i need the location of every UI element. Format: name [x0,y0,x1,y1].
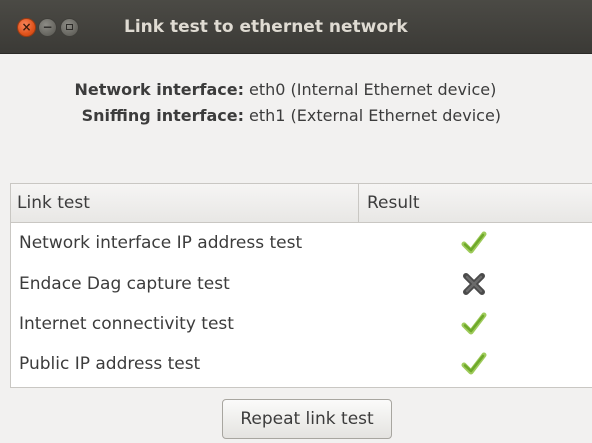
window-title: Link test to ethernet network [124,17,408,37]
check-icon [461,312,487,335]
maximize-icon[interactable] [60,17,79,37]
sniffing-interface-value: eth1 (External Ethernet device) [249,106,502,125]
network-interface-row: Network interface: eth0 (Internal Ethern… [0,80,592,102]
table-row[interactable]: Endace Dag capture test [11,264,592,304]
column-header-result[interactable]: Result [359,184,592,222]
repeat-link-test-button[interactable]: Repeat link test [222,399,392,439]
test-name: Endace Dag capture test [19,274,230,294]
test-name: Internet connectivity test [19,314,234,334]
cross-icon [463,273,485,295]
minimize-icon[interactable]: − [38,17,57,37]
table-row[interactable]: Internet connectivity test [11,304,592,344]
test-name: Network interface IP address test [19,233,303,253]
link-test-dialog: × − Link test to ethernet network Networ… [0,0,592,443]
column-header-link-test[interactable]: Link test [11,184,359,222]
test-name: Public IP address test [19,354,201,374]
close-icon[interactable]: × [17,17,36,37]
sniffing-interface-row: Sniffing interface: eth1 (External Ether… [0,106,592,128]
table-row[interactable]: Public IP address test [11,344,592,384]
title-bar: × − Link test to ethernet network [0,0,592,54]
network-interface-value: eth0 (Internal Ethernet device) [249,80,497,99]
sniffing-interface-label: Sniffing interface: [81,106,244,125]
link-test-table: Link test Result Network interface IP ad… [10,183,592,388]
table-row[interactable]: Network interface IP address test [11,223,592,263]
table-header: Link test Result [11,184,592,223]
check-icon [461,231,487,254]
network-interface-label: Network interface: [74,80,244,99]
check-icon [461,352,487,375]
